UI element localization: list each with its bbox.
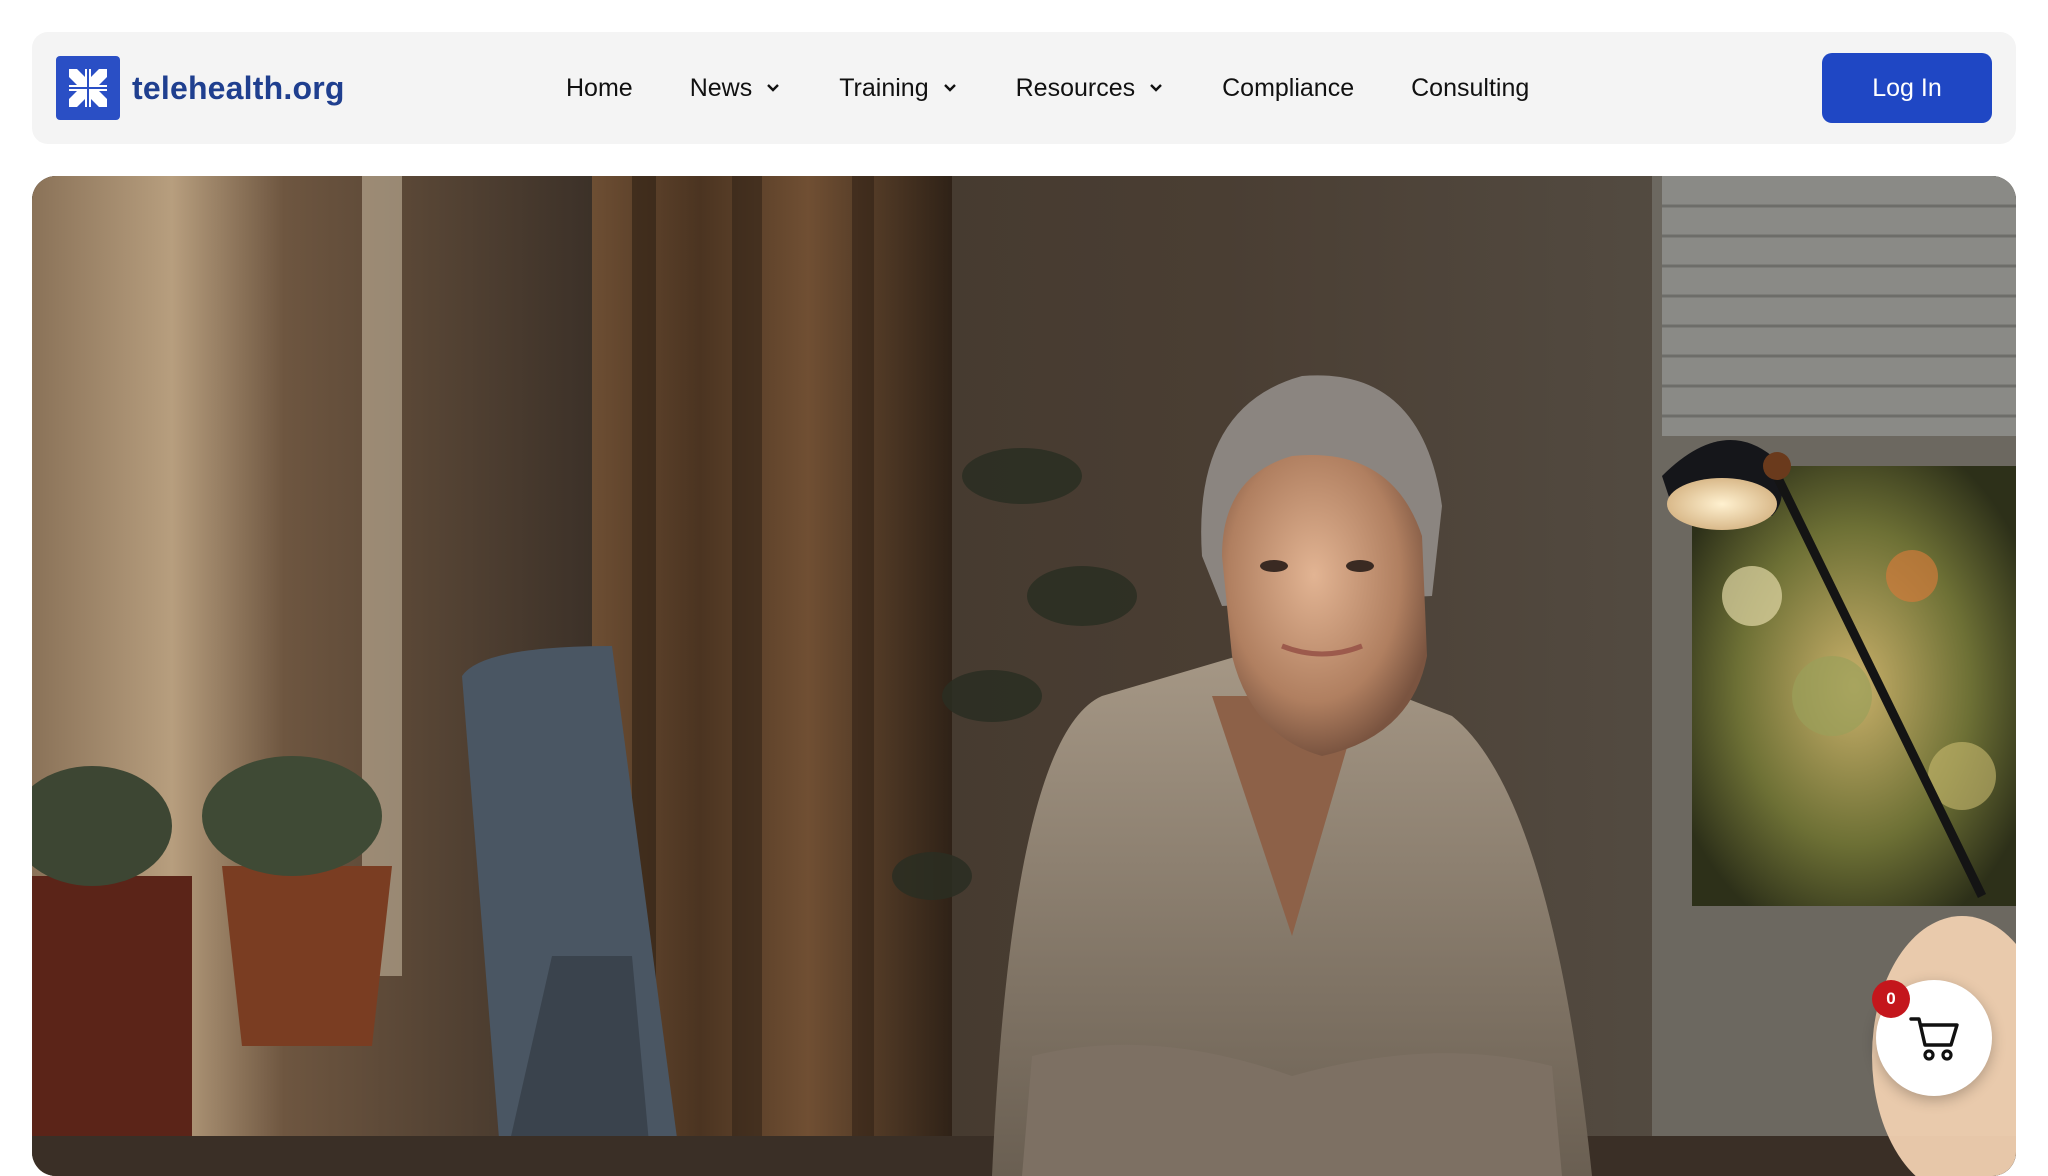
nav-training-label: Training bbox=[839, 73, 929, 102]
cart-count-badge: 0 bbox=[1872, 980, 1910, 1018]
brand-name: telehealth.org bbox=[132, 69, 345, 106]
login-button-label: Log In bbox=[1872, 73, 1942, 102]
brand-logo-link[interactable]: telehealth.org bbox=[56, 56, 345, 120]
chevron-down-icon bbox=[943, 84, 956, 92]
main-nav: Home News Training Resources Compliance … bbox=[566, 32, 1586, 144]
hero-photo bbox=[32, 176, 2016, 1176]
nav-training[interactable]: Training bbox=[839, 74, 958, 103]
nav-news-label: News bbox=[689, 73, 753, 102]
nav-resources-label: Resources bbox=[1015, 73, 1136, 102]
nav-home-label: Home bbox=[566, 73, 633, 102]
nav-news[interactable]: News bbox=[690, 74, 783, 103]
nav-consulting[interactable]: Consulting bbox=[1411, 74, 1529, 103]
nav-compliance[interactable]: Compliance bbox=[1222, 74, 1354, 103]
nav-home[interactable]: Home bbox=[566, 74, 633, 103]
cart-icon bbox=[1909, 1017, 1959, 1061]
nav-resources[interactable]: Resources bbox=[1016, 74, 1166, 103]
hero-photo-illustration bbox=[32, 176, 2016, 1176]
chevron-down-icon bbox=[767, 84, 780, 92]
top-navbar: telehealth.org Home News Training Resour… bbox=[32, 32, 2016, 144]
nav-compliance-label: Compliance bbox=[1222, 73, 1355, 102]
nav-consulting-label: Consulting bbox=[1411, 73, 1530, 102]
floating-cart: 0 bbox=[1872, 980, 1992, 1096]
chevron-down-icon bbox=[1150, 84, 1162, 92]
login-button[interactable]: Log In bbox=[1822, 53, 1992, 123]
arrows-inward-icon bbox=[56, 56, 120, 120]
